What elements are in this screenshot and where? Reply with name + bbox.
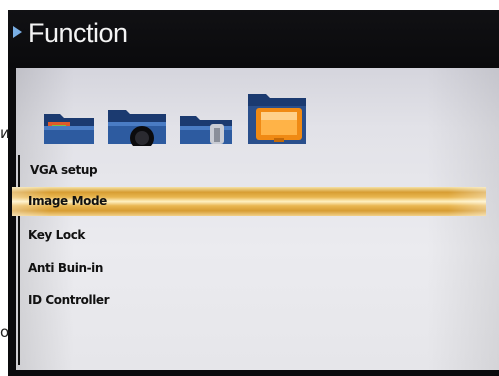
- background-text-fragment: о: [0, 323, 10, 341]
- background-text-fragment: и: [0, 124, 10, 142]
- menu-item-anti-burn-in[interactable]: Anti Buin-in: [28, 257, 103, 279]
- image-folder-icon[interactable]: [42, 112, 96, 146]
- title-arrow-icon: [13, 26, 22, 38]
- monitor-folder-icon[interactable]: [246, 92, 308, 146]
- menu-item-image-mode[interactable]: Image Mode: [28, 190, 107, 212]
- tools-folder-icon[interactable]: [178, 116, 234, 146]
- camera-folder-icon[interactable]: [106, 110, 168, 146]
- menu-item-vga-setup[interactable]: VGA setup: [30, 159, 98, 181]
- menu-item-key-lock[interactable]: Key Lock: [28, 224, 85, 246]
- menu-item-id-controller[interactable]: ID Controller: [28, 289, 110, 311]
- menu-title: Function: [28, 18, 128, 48]
